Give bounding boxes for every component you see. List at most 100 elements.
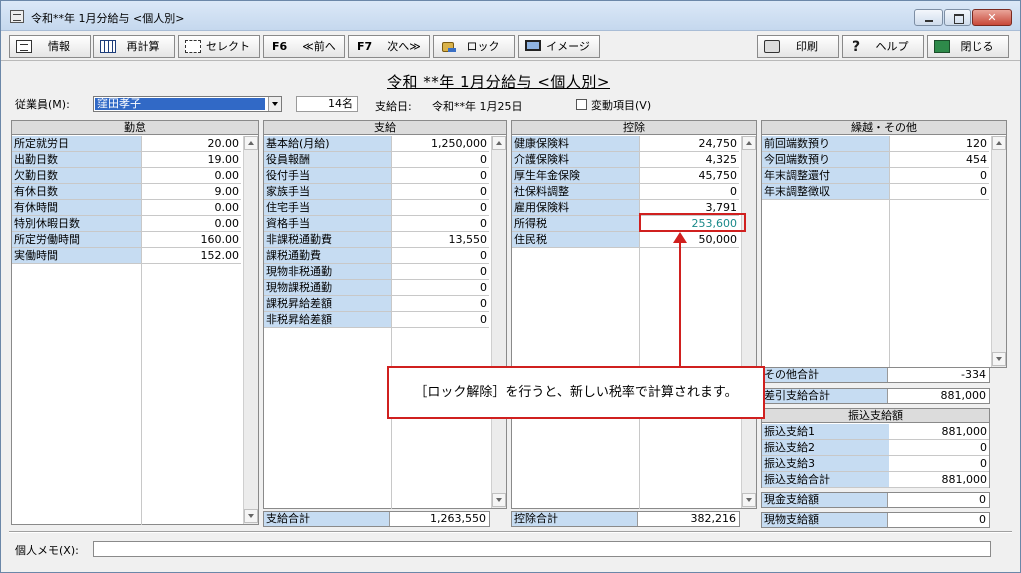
payment-row-value[interactable]: 0 — [392, 312, 489, 327]
transfer-row-label: 振込支給3 — [762, 456, 889, 471]
transfer-row-value[interactable]: 0 — [890, 440, 989, 455]
prev-button[interactable]: F6 ≪前へ — [263, 35, 345, 58]
attendance-row: 有休日数 9.00 — [12, 184, 241, 200]
scroll-down-icon[interactable] — [742, 493, 756, 507]
payment-row-value[interactable]: 1,250,000 — [392, 136, 489, 151]
payment-row: 役員報酬 0 — [264, 152, 489, 168]
scroll-up-icon[interactable] — [742, 136, 756, 150]
deduction-row-value[interactable]: 50,000 — [640, 232, 739, 247]
attendance-row-value[interactable]: 0.00 — [142, 200, 241, 215]
payment-title: 支給 — [264, 121, 506, 135]
select-button[interactable]: セレクト — [178, 35, 260, 58]
maximize-button[interactable] — [944, 9, 971, 26]
deduction-row-label: 社保料調整 — [512, 184, 639, 199]
other-row: 年末調整徴収 0 — [762, 184, 989, 200]
help-label: ヘルプ — [875, 40, 909, 53]
transfer-title: 振込支給額 — [762, 409, 989, 423]
other-row-value[interactable]: 120 — [890, 136, 989, 151]
payment-row-value[interactable]: 0 — [392, 296, 489, 311]
scroll-up-icon[interactable] — [244, 136, 258, 150]
other-scrollbar[interactable] — [991, 136, 1006, 367]
deduction-row-value[interactable]: 0 — [640, 184, 739, 199]
attendance-row-value[interactable]: 20.00 — [142, 136, 241, 151]
image-button[interactable]: イメージ — [518, 35, 600, 58]
recalc-button[interactable]: 再計算 — [93, 35, 175, 58]
payment-row-label: 資格手当 — [264, 216, 391, 231]
variable-items-checkbox[interactable]: 変動項目(V) — [576, 97, 651, 113]
deduction-scrollbar[interactable] — [741, 136, 756, 508]
employee-select[interactable]: 窪田孝子 — [93, 96, 282, 112]
checkbox-icon — [576, 99, 587, 110]
payment-scrollbar[interactable] — [491, 136, 506, 508]
payment-row: 資格手当 0 — [264, 216, 489, 232]
employee-name: 窪田孝子 — [95, 98, 265, 110]
deduction-row-value[interactable]: 24,750 — [640, 136, 739, 151]
attendance-row: 所定就労日 20.00 — [12, 136, 241, 152]
payment-row-value[interactable]: 0 — [392, 248, 489, 263]
attendance-row-value[interactable]: 19.00 — [142, 152, 241, 167]
attendance-row-value[interactable]: 152.00 — [142, 248, 241, 263]
close-button[interactable]: 閉じる — [927, 35, 1009, 58]
transfer-panel: 振込支給額 振込支給1 881,000 振込支給2 0 振込支給3 0 振込支給合計 881,… — [761, 408, 990, 488]
payment-row: 課税通勤費 0 — [264, 248, 489, 264]
page-title: 令和 **年 1月分給与 <個人別> — [387, 73, 610, 91]
payment-row-value[interactable]: 0 — [392, 168, 489, 183]
other-row-value[interactable]: 0 — [890, 184, 989, 199]
payment-row-value[interactable]: 0 — [392, 152, 489, 167]
minimize-button[interactable] — [914, 9, 943, 26]
payment-row: 現物課税通勤 0 — [264, 280, 489, 296]
deduction-row-label: 健康保険料 — [512, 136, 639, 151]
callout-arrow — [679, 239, 681, 366]
app-icon — [10, 10, 24, 23]
close-window-button[interactable]: ✕ — [972, 9, 1012, 26]
scroll-down-icon[interactable] — [244, 509, 258, 523]
transfer-row-value[interactable]: 881,000 — [890, 424, 989, 439]
attendance-row-value[interactable]: 0.00 — [142, 168, 241, 183]
attendance-row-value[interactable]: 9.00 — [142, 184, 241, 199]
payment-row-value[interactable]: 0 — [392, 280, 489, 295]
next-button[interactable]: F7 次へ≫ — [348, 35, 430, 58]
payment-row-value[interactable]: 0 — [392, 264, 489, 279]
employee-count: 14名 — [296, 96, 358, 112]
other-panel: 繰越・その他 前回端数預り 120 今回端数預り 454 年末調整還付 0 年末調整徴収 0 — [761, 120, 1007, 368]
attendance-row-label: 実働時間 — [12, 248, 141, 263]
attendance-row-label: 特別休暇日数 — [12, 216, 141, 231]
payment-row-value[interactable]: 0 — [392, 216, 489, 231]
deduction-row-value[interactable]: 4,325 — [640, 152, 739, 167]
transfer-row: 振込支給2 0 — [762, 440, 989, 456]
deduction-row-value[interactable]: 45,750 — [640, 168, 739, 183]
payment-row-value[interactable]: 0 — [392, 184, 489, 199]
transfer-row-label: 振込支給合計 — [762, 472, 889, 487]
help-button[interactable]: ヘルプ — [842, 35, 924, 58]
transfer-row-value[interactable]: 881,000 — [890, 472, 989, 487]
other-row: 年末調整還付 0 — [762, 168, 989, 184]
chevron-down-icon[interactable] — [268, 97, 281, 111]
other-row-value[interactable]: 454 — [890, 152, 989, 167]
deduction-row: 社保料調整 0 — [512, 184, 739, 200]
payment-row-label: 課税通勤費 — [264, 248, 391, 263]
attendance-row-label: 所定就労日 — [12, 136, 141, 151]
lock-button[interactable]: ロック — [433, 35, 515, 58]
scroll-down-icon[interactable] — [492, 493, 506, 507]
payment-row-value[interactable]: 13,550 — [392, 232, 489, 247]
prev-label: ≪前へ — [302, 40, 336, 53]
scroll-up-icon[interactable] — [992, 136, 1006, 150]
deduction-row-label: 雇用保険料 — [512, 200, 639, 215]
attendance-row-value[interactable]: 0.00 — [142, 216, 241, 231]
scroll-down-icon[interactable] — [992, 352, 1006, 366]
attendance-row-label: 出勤日数 — [12, 152, 141, 167]
payment-row-value[interactable]: 0 — [392, 200, 489, 215]
payment-row-label: 非税昇給差額 — [264, 312, 391, 327]
attendance-row: 特別休暇日数 0.00 — [12, 216, 241, 232]
transfer-row-value[interactable]: 0 — [890, 456, 989, 471]
info-button[interactable]: 情報 — [9, 35, 91, 58]
attendance-scrollbar[interactable] — [243, 136, 258, 524]
other-row-label: 年末調整徴収 — [762, 184, 889, 199]
print-button[interactable]: 印刷 — [757, 35, 839, 58]
other-row-value[interactable]: 0 — [890, 168, 989, 183]
memo-input[interactable] — [93, 541, 991, 557]
other-row-label: 前回端数預り — [762, 136, 889, 151]
attendance-row-value[interactable]: 160.00 — [142, 232, 241, 247]
scroll-up-icon[interactable] — [492, 136, 506, 150]
payment-row: 非税昇給差額 0 — [264, 312, 489, 328]
